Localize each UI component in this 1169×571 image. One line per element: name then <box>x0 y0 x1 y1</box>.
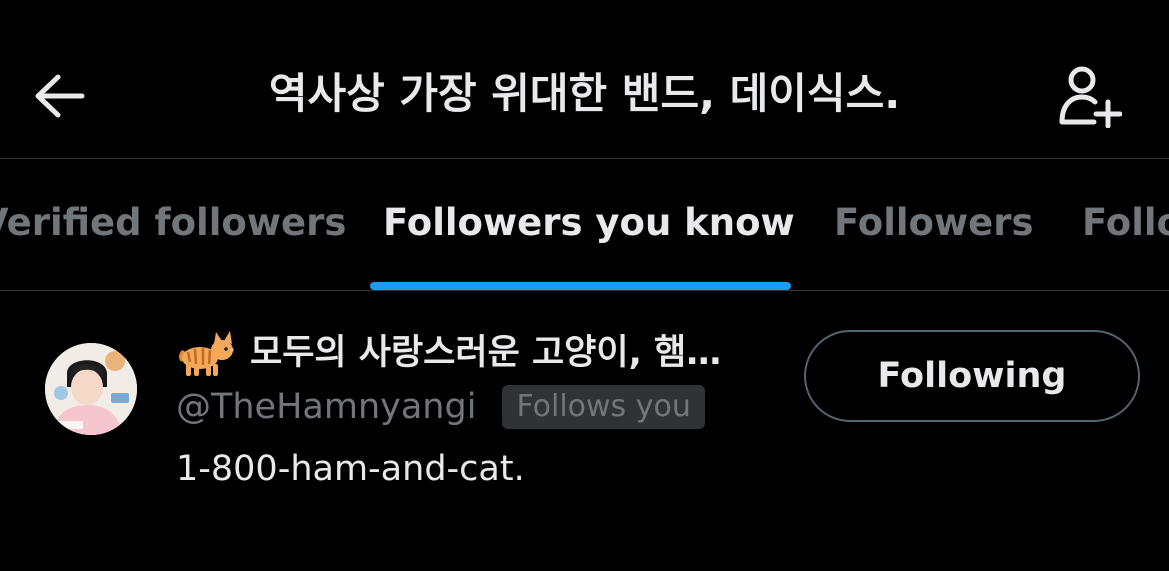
top-header: 역사상 가장 위대한 밴드, 데이식스. <box>0 0 1169 158</box>
cat-icon <box>179 331 234 376</box>
tab-bar: Verified followers Followers you know Fo… <box>0 160 1169 290</box>
list-item[interactable]: 모두의 사랑스러운 고양이, 햄… @TheHamnyangi Follows … <box>0 292 1169 571</box>
active-tab-indicator <box>370 282 791 290</box>
follows-you-badge: Follows you <box>502 385 705 429</box>
user-bio: 1-800-ham-and-cat. <box>176 449 525 489</box>
tab-followers[interactable]: Followers <box>834 198 1034 248</box>
user-display-name: 모두의 사랑스러운 고양이, 햄… <box>250 333 722 373</box>
user-handle: @TheHamnyangi <box>176 387 477 427</box>
tab-verified-followers[interactable]: Verified followers <box>0 198 346 248</box>
back-button[interactable] <box>30 66 90 126</box>
person-add-icon <box>1059 66 1122 128</box>
arrow-left-icon <box>35 74 85 118</box>
tab-followers-you-know[interactable]: Followers you know <box>383 198 795 248</box>
user-handle-line: @TheHamnyangi Follows you <box>176 382 705 432</box>
tabs-divider <box>0 290 1169 291</box>
page-title: 역사상 가장 위대한 밴드, 데이식스. <box>268 69 901 118</box>
header-divider <box>0 158 1169 159</box>
avatar-image <box>45 343 137 435</box>
following-button[interactable]: Following <box>804 330 1140 422</box>
tab-following[interactable]: Following <box>1082 198 1169 248</box>
user-name-line[interactable]: 모두의 사랑스러운 고양이, 햄… <box>176 328 776 378</box>
avatar[interactable] <box>45 343 137 435</box>
add-user-button[interactable] <box>1052 58 1128 134</box>
